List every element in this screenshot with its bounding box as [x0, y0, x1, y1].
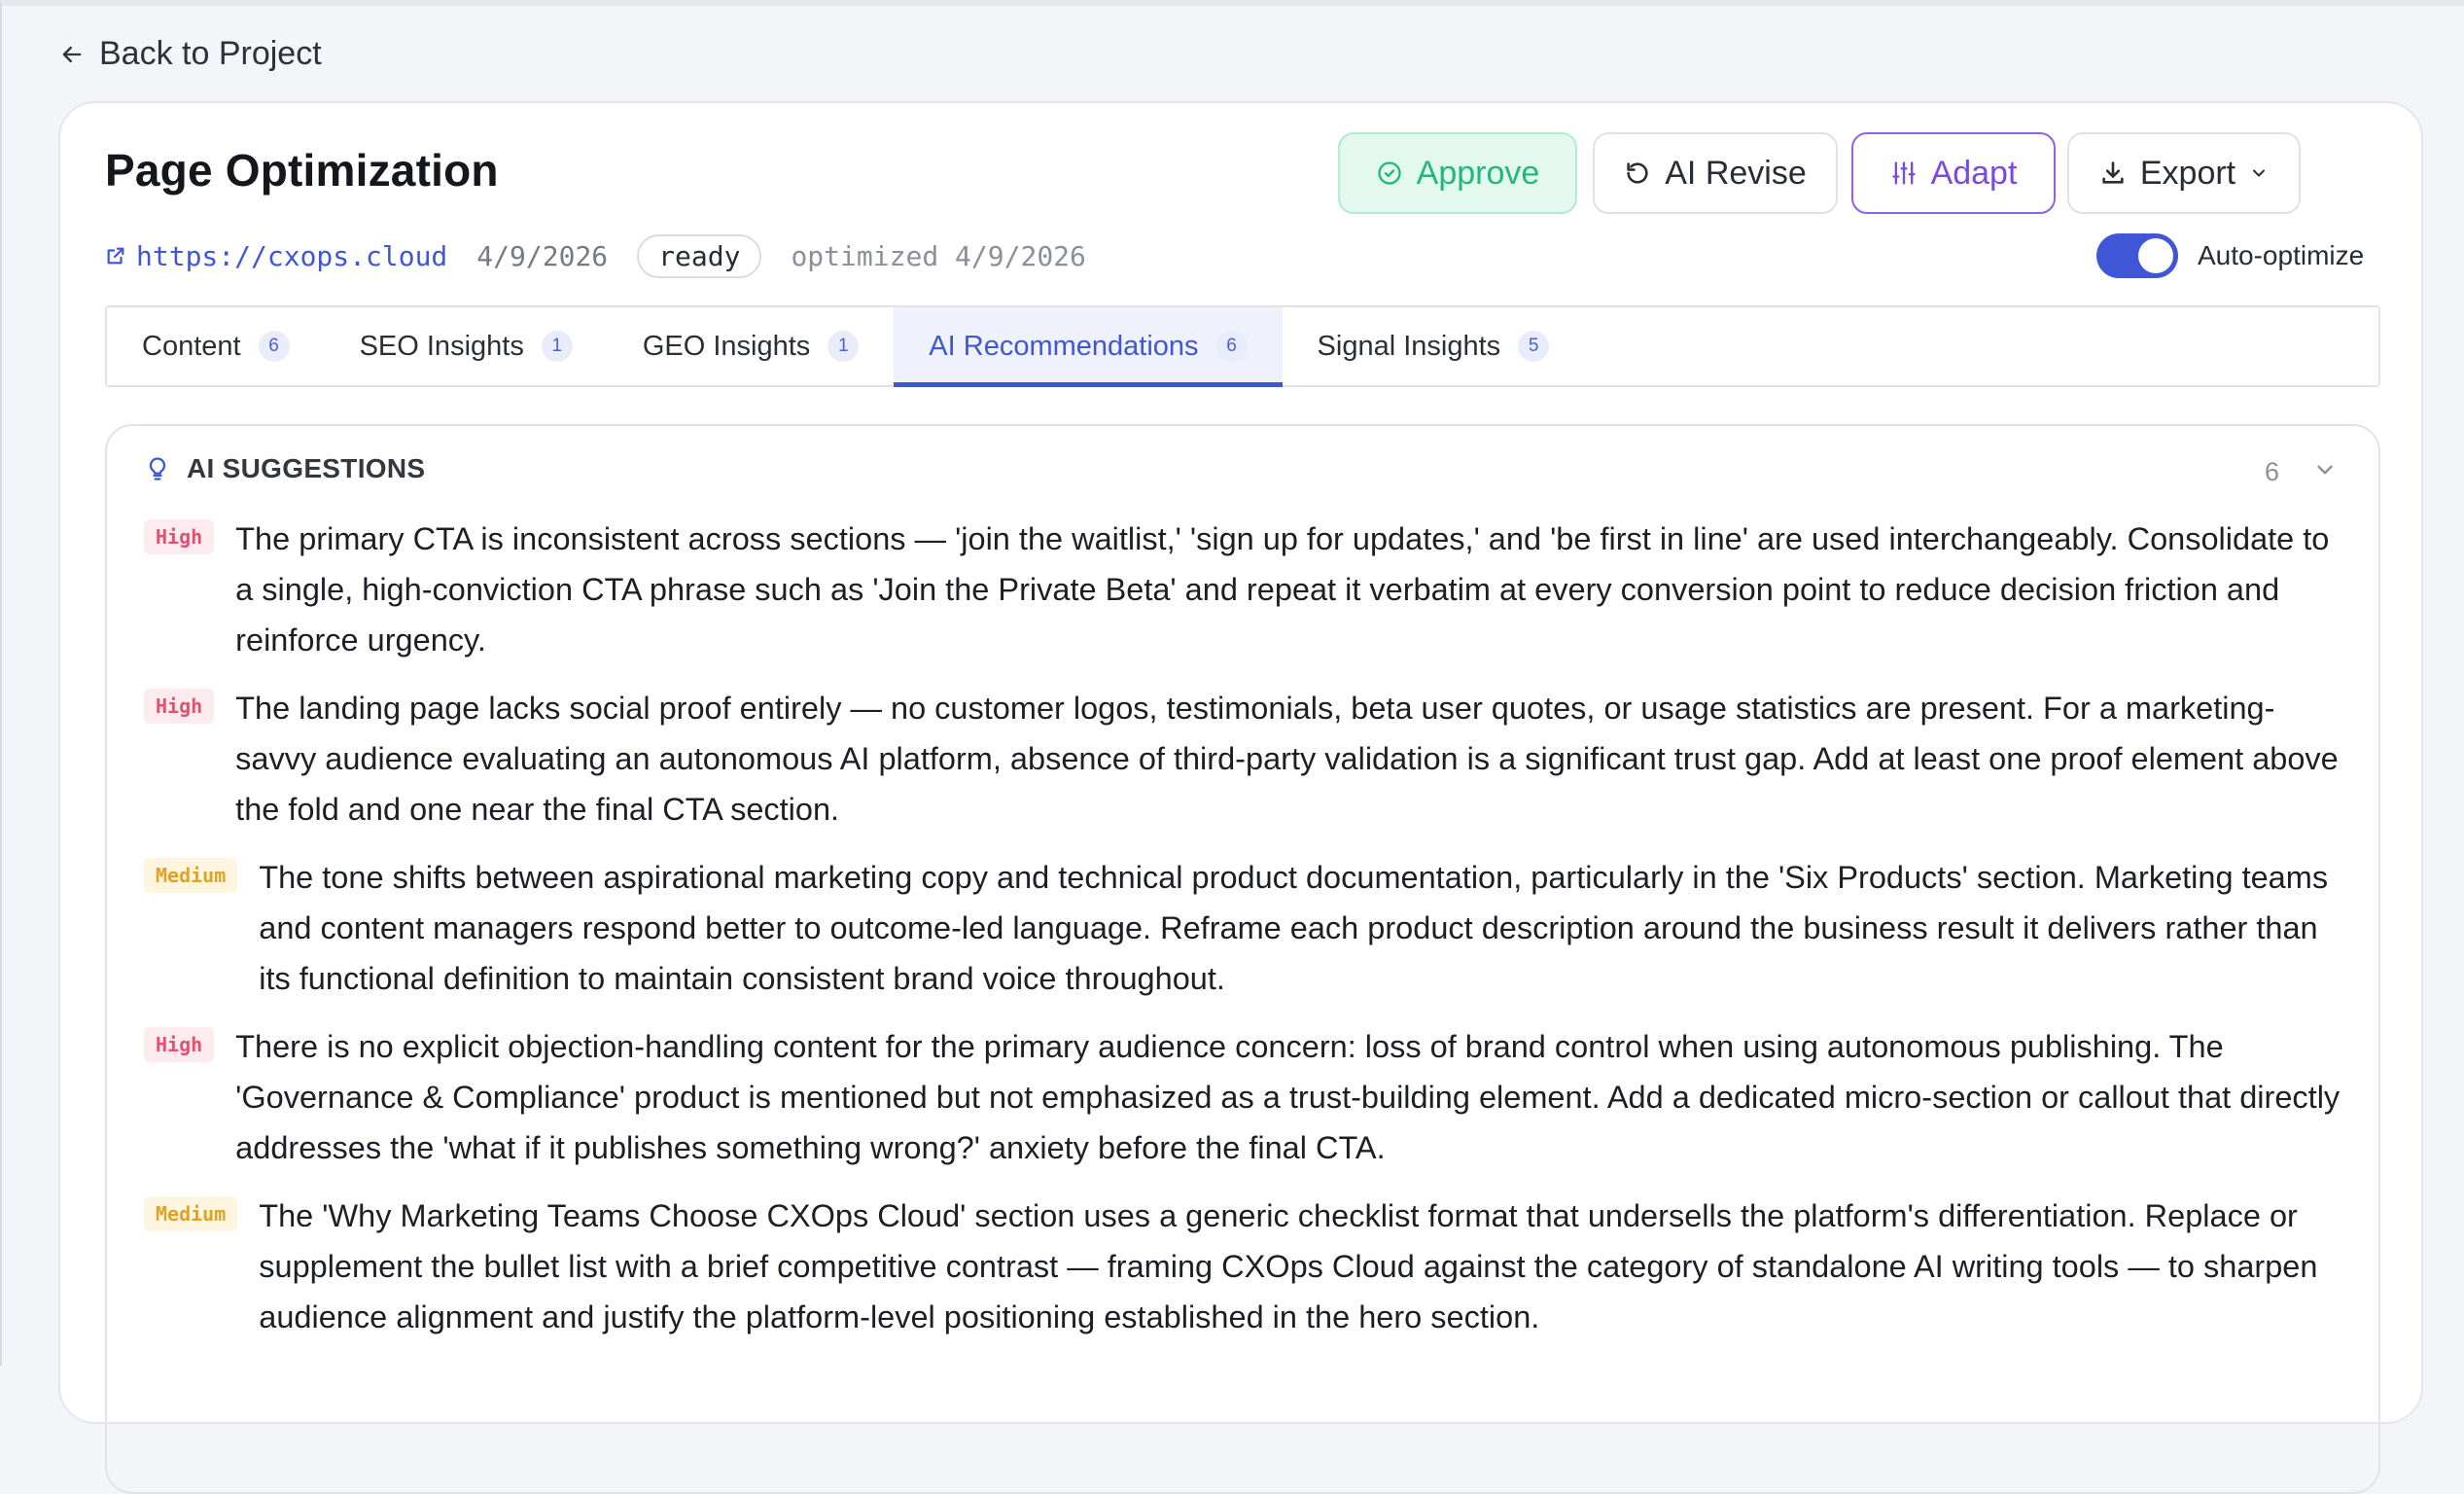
- tab-count-badge: 1: [827, 331, 860, 362]
- priority-badge: Medium: [144, 858, 238, 893]
- external-link-icon: [107, 247, 124, 265]
- page-title: Page Optimization: [105, 145, 499, 196]
- suggestions-title: AI SUGGESTIONS: [187, 453, 426, 483]
- approve-button[interactable]: Approve: [1338, 132, 1577, 214]
- tab-count-badge: 6: [258, 331, 290, 362]
- tab-count-badge: 1: [541, 331, 573, 362]
- tab-label: Signal Insights: [1317, 330, 1501, 362]
- app-frame: Back to Project Page Optimization Approv…: [0, 0, 2464, 1494]
- toggle-knob: [2138, 238, 2173, 273]
- tab-count-badge: 5: [1518, 331, 1550, 362]
- page-date: 4/9/2026: [476, 239, 609, 272]
- auto-optimize-label: Auto-optimize: [2198, 240, 2365, 270]
- auto-optimize-control: Auto-optimize: [2096, 231, 2376, 280]
- tab-bar: Content 6 SEO Insights 1 GEO Insights 1 …: [105, 305, 2380, 387]
- export-button[interactable]: Export: [2067, 132, 2301, 214]
- download-icon: [2102, 161, 2124, 184]
- tab-label: AI Recommendations: [929, 330, 1199, 362]
- back-to-project-link[interactable]: Back to Project: [58, 35, 322, 73]
- ai-revise-button[interactable]: AI Revise: [1593, 132, 1838, 214]
- page-url: https://cxops.cloud: [136, 239, 448, 272]
- ai-suggestions-panel: AI SUGGESTIONS 6 High The primary CTA is…: [105, 424, 2380, 1494]
- suggestion-item: Medium The 'Why Marketing Teams Choose C…: [144, 1191, 2341, 1342]
- back-label: Back to Project: [99, 35, 322, 72]
- tab-label: SEO Insights: [359, 330, 524, 362]
- suggestion-text: The primary CTA is inconsistent across s…: [235, 521, 2330, 658]
- arrow-left-icon: [62, 46, 82, 62]
- suggestions-count: 6: [2264, 457, 2279, 486]
- tab-count-badge: 6: [1215, 331, 1248, 362]
- suggestion-text: There is no explicit objection-handling …: [235, 1029, 2341, 1165]
- page-meta: https://cxops.cloud 4/9/2026 ready optim…: [105, 231, 1086, 280]
- priority-badge: High: [144, 689, 215, 724]
- adapt-label: Adapt: [1930, 154, 2018, 192]
- ai-revise-label: AI Revise: [1665, 154, 1807, 192]
- auto-optimize-toggle[interactable]: [2096, 233, 2178, 278]
- suggestion-item: High The primary CTA is inconsistent acr…: [144, 514, 2341, 665]
- optimization-card: Page Optimization Approve AI Revise Adap…: [58, 101, 2423, 1494]
- chevron-down-icon[interactable]: [2312, 457, 2338, 482]
- adapt-button[interactable]: Adapt: [1851, 132, 2056, 214]
- priority-badge: High: [144, 1027, 215, 1062]
- suggestion-item: High The landing page lacks social proof…: [144, 683, 2341, 835]
- lightbulb-icon: [149, 457, 166, 480]
- optimized-date: optimized 4/9/2026: [791, 239, 1086, 272]
- chevron-down-icon: [2253, 169, 2266, 177]
- priority-badge: Medium: [144, 1196, 238, 1231]
- priority-badge: High: [144, 519, 215, 554]
- tab-geo-insights[interactable]: GEO Insights 1: [608, 307, 894, 385]
- page-url-link[interactable]: https://cxops.cloud: [105, 240, 447, 272]
- tab-label: GEO Insights: [642, 330, 811, 362]
- suggestion-item: High There is no explicit objection-hand…: [144, 1021, 2341, 1173]
- rotate-ccw-icon: [1627, 162, 1648, 184]
- tab-content[interactable]: Content 6: [107, 307, 325, 385]
- tab-signal-insights[interactable]: Signal Insights 5: [1283, 307, 1585, 385]
- suggestion-text: The tone shifts between aspirational mar…: [259, 860, 2329, 996]
- suggestion-text: The 'Why Marketing Teams Choose CXOps Cl…: [259, 1198, 2318, 1334]
- approve-label: Approve: [1416, 154, 1540, 192]
- suggestions-header[interactable]: AI SUGGESTIONS: [144, 453, 425, 484]
- tab-ai-recommendations[interactable]: AI Recommendations 6: [894, 307, 1283, 387]
- status-badge: ready: [637, 233, 762, 278]
- tab-label: Content: [142, 330, 241, 362]
- tab-seo-insights[interactable]: SEO Insights 1: [325, 307, 608, 385]
- export-label: Export: [2139, 154, 2236, 192]
- suggestion-item: Medium The tone shifts between aspiratio…: [144, 852, 2341, 1004]
- check-circle-icon: [1378, 161, 1401, 185]
- sliders-icon: [1891, 161, 1916, 185]
- suggestion-text: The landing page lacks social proof enti…: [235, 691, 2339, 827]
